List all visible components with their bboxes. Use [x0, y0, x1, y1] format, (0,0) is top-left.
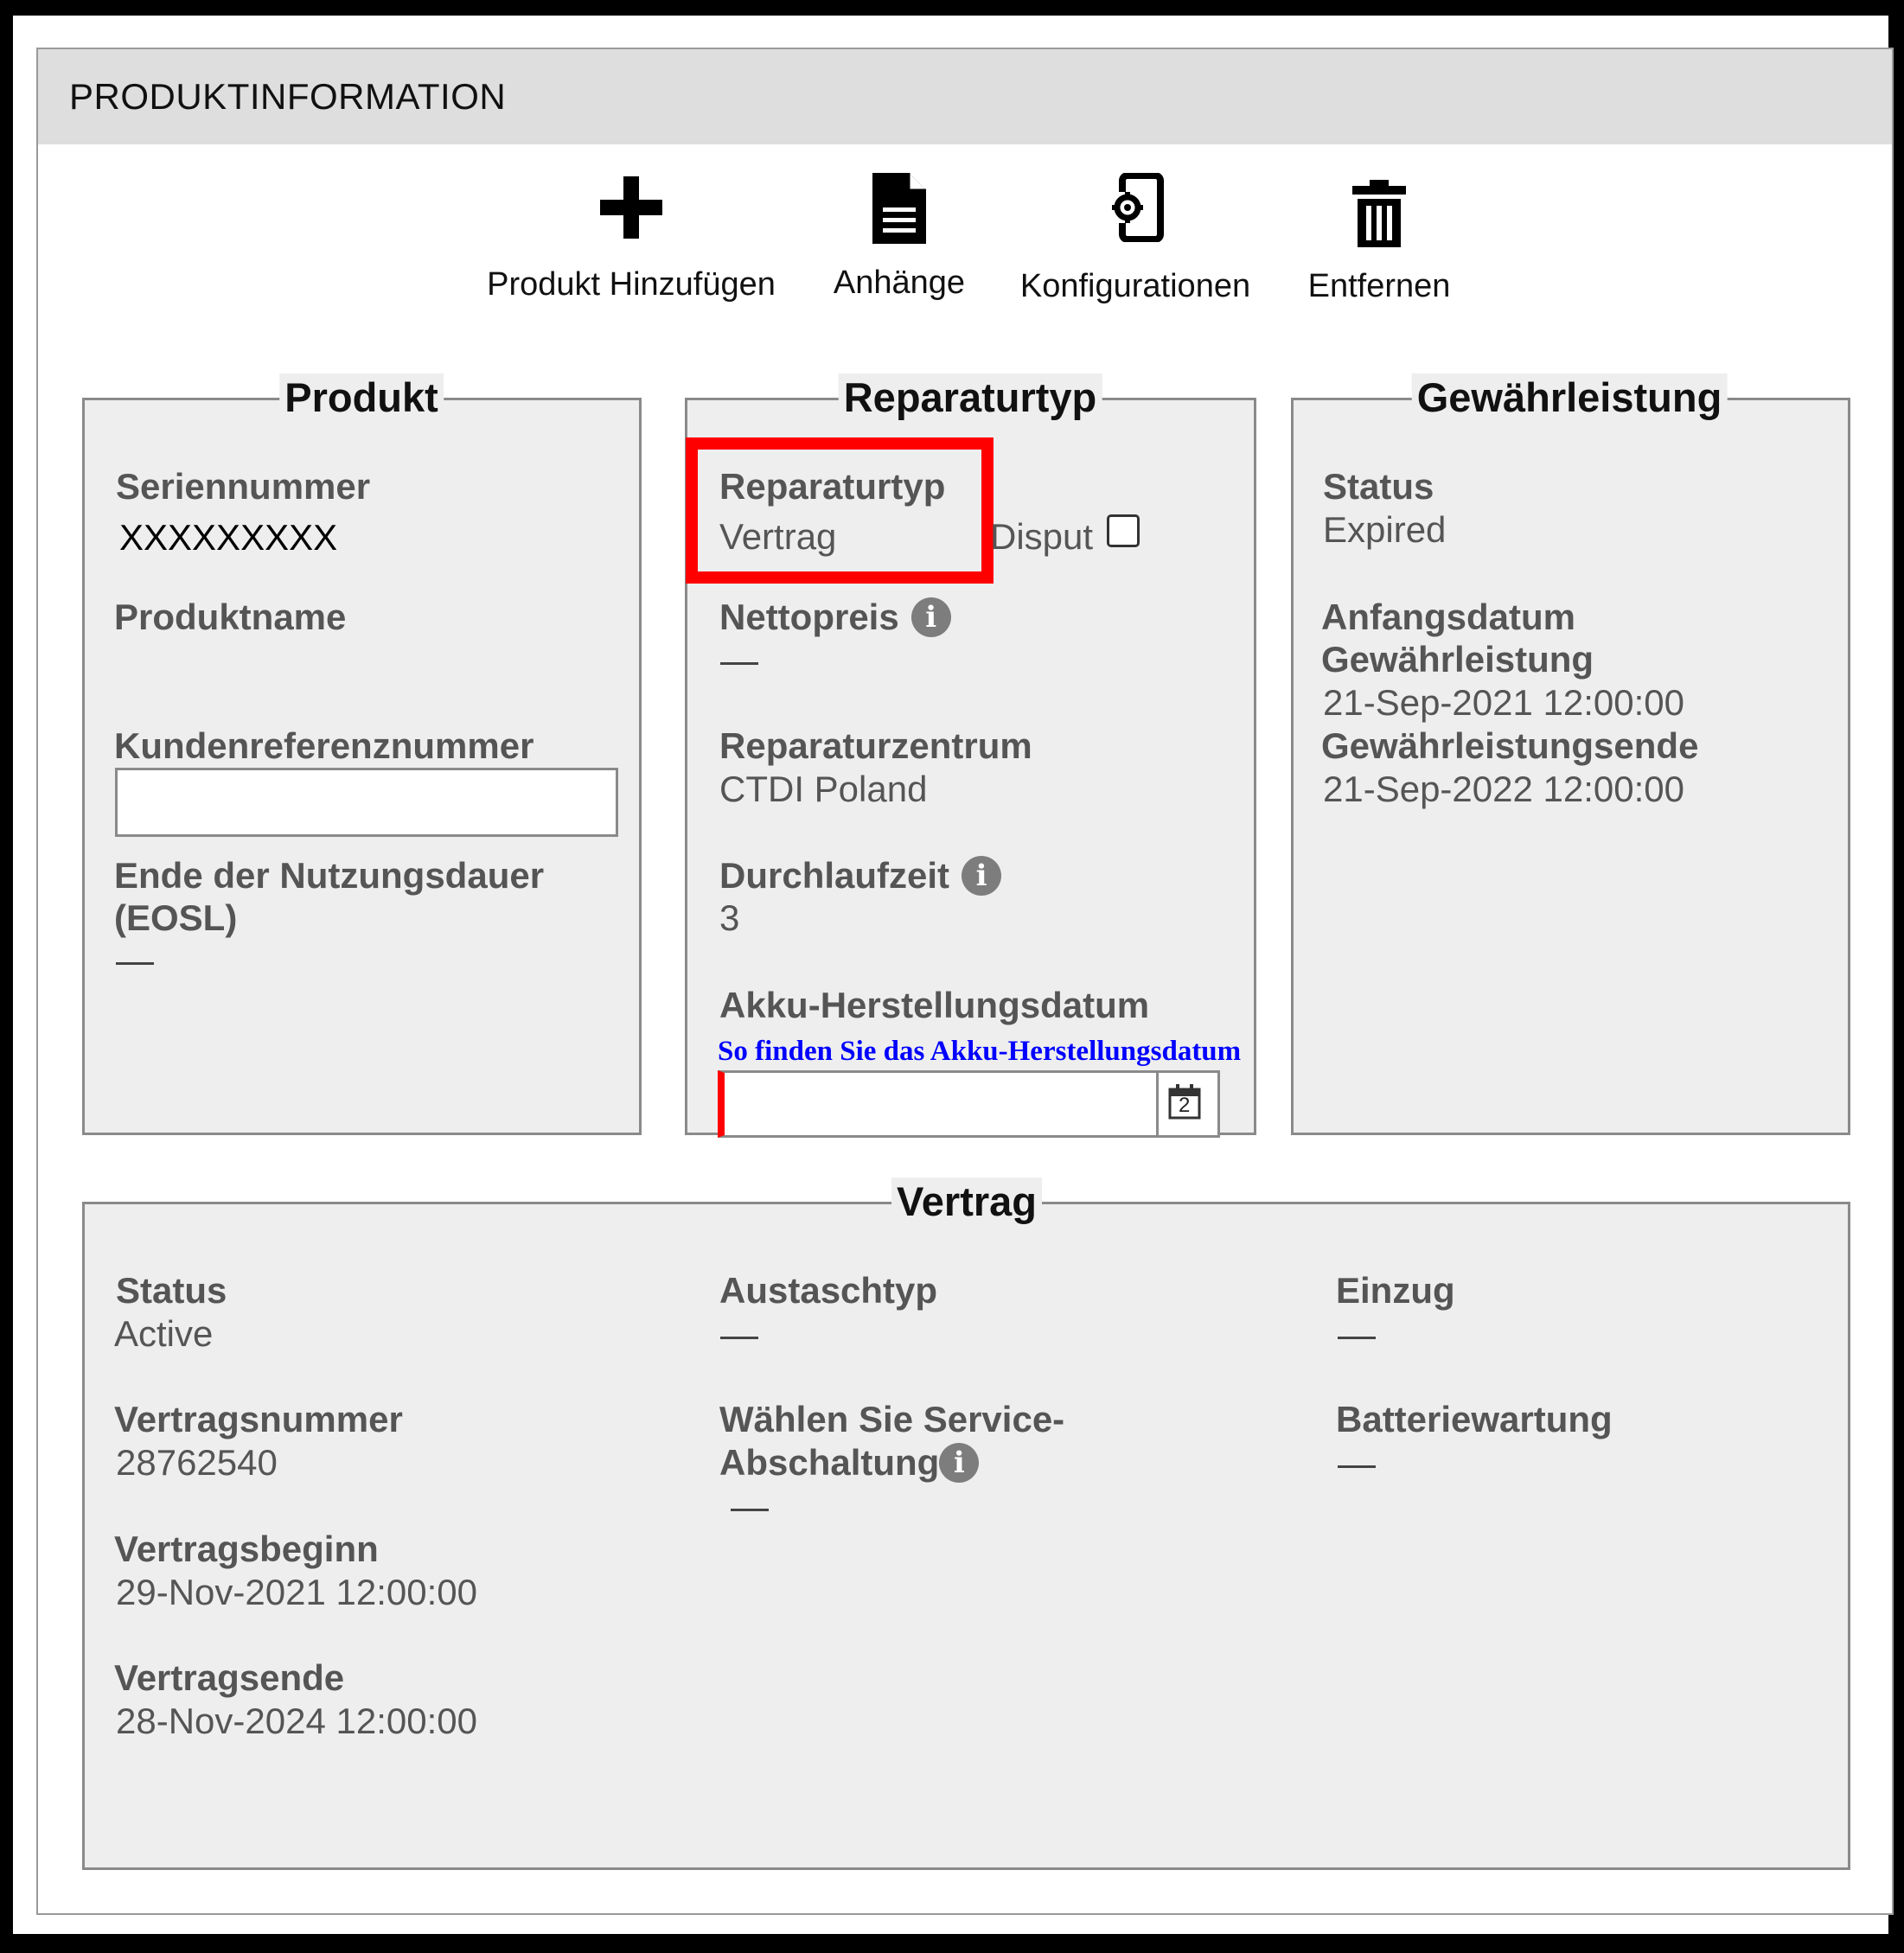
- customer-ref-label: Kundenreferenznummer: [114, 725, 534, 766]
- disput-checkbox[interactable]: [1107, 514, 1140, 547]
- net-price-value: [720, 662, 758, 665]
- lead-time-label-text: Durchlaufzeit: [719, 855, 950, 896]
- reparaturtyp-legend: Reparaturtyp: [838, 373, 1102, 421]
- info-icon[interactable]: i: [962, 856, 1002, 896]
- net-price-label-text: Nettopreis: [719, 597, 899, 637]
- eosl-value: [116, 962, 154, 965]
- serial-label: Seriennummer: [116, 466, 371, 507]
- repair-type-highlight: [686, 437, 994, 584]
- add-product-label: Produkt Hinzufügen: [487, 266, 776, 303]
- warranty-status-label: Status: [1323, 466, 1434, 507]
- contract-status-label: Status: [116, 1270, 227, 1311]
- info-icon[interactable]: i: [939, 1443, 980, 1483]
- calendar-day: 2: [1179, 1094, 1191, 1117]
- warranty-end-label: Gewährleistungsende: [1321, 725, 1699, 766]
- contract-number-label: Vertragsnummer: [114, 1399, 403, 1439]
- battery-date-help-link[interactable]: So finden Sie das Akku-Herstellungsdatum: [718, 1036, 1241, 1068]
- service-label-line2-text: Abschaltung: [719, 1442, 940, 1483]
- service-label-line1: Wählen Sie Service-: [719, 1399, 1065, 1439]
- contract-end-value: 28-Nov-2024 12:00:00: [116, 1701, 477, 1741]
- product-name-label: Produktname: [114, 597, 347, 637]
- battery-service-label: Batteriewartung: [1336, 1399, 1613, 1439]
- battery-service-value: [1338, 1465, 1376, 1468]
- serial-value: XXXXXXXXX: [119, 517, 338, 558]
- vertrag-legend: Vertrag: [891, 1178, 1042, 1225]
- lead-time-label: Durchlaufzeit i: [719, 854, 1002, 897]
- customer-ref-input[interactable]: [115, 768, 618, 837]
- repair-center-value: CTDI Poland: [719, 769, 928, 809]
- contract-number-value: 28762540: [116, 1442, 278, 1483]
- warranty-end-value: 21-Sep-2022 12:00:00: [1323, 769, 1685, 809]
- remove-button[interactable]: Entfernen: [1297, 178, 1461, 305]
- service-value: [731, 1509, 769, 1511]
- remove-label: Entfernen: [1307, 268, 1451, 304]
- info-icon[interactable]: i: [910, 597, 951, 637]
- exchange-type-label: Austaschtyp: [719, 1270, 938, 1311]
- attachments-button[interactable]: Anhänge: [821, 171, 977, 302]
- battery-date-label: Akku-Herstellungsdatum: [719, 985, 1150, 1025]
- plus-icon: [600, 176, 662, 239]
- contract-end-label: Vertragsende: [114, 1657, 345, 1698]
- date-input-separator: [1156, 1073, 1159, 1135]
- collection-label: Einzug: [1336, 1270, 1455, 1311]
- produkt-legend: Produkt: [279, 373, 444, 421]
- contract-start-label: Vertragsbeginn: [114, 1529, 379, 1569]
- configurations-label: Konfigurationen: [1019, 268, 1251, 304]
- phone-settings-icon: [1107, 173, 1164, 242]
- warranty-start-label-line2: Gewährleistung: [1321, 639, 1594, 680]
- lead-time-value: 3: [719, 897, 740, 938]
- battery-date-input[interactable]: [718, 1070, 1220, 1138]
- attachments-label: Anhänge: [833, 265, 966, 301]
- repair-center-label: Reparaturzentrum: [719, 725, 1032, 766]
- gewaehrleistung-legend: Gewährleistung: [1411, 373, 1728, 421]
- eosl-label-line2: (EOSL): [114, 897, 238, 938]
- eosl-label-line1: Ende der Nutzungsdauer: [114, 855, 545, 896]
- contract-start-value: 29-Nov-2021 12:00:00: [116, 1572, 477, 1612]
- disput-label: Disput: [990, 516, 1094, 557]
- document-icon: [872, 173, 926, 244]
- warranty-start-label-line1: Anfangsdatum: [1321, 597, 1575, 637]
- warranty-status-value: Expired: [1323, 509, 1447, 550]
- contract-status-value: Active: [114, 1313, 214, 1354]
- service-label-line2: Abschaltung i: [719, 1441, 980, 1484]
- warranty-start-value: 21-Sep-2021 12:00:00: [1323, 682, 1685, 723]
- net-price-label: Nettopreis i: [719, 596, 951, 639]
- panel-title: PRODUKTINFORMATION: [69, 76, 507, 117]
- add-product-button[interactable]: Produkt Hinzufügen: [480, 173, 783, 303]
- exchange-type-value: [720, 1337, 758, 1339]
- calendar-icon[interactable]: 2: [1167, 1083, 1202, 1120]
- configurations-button[interactable]: Konfigurationen: [1010, 173, 1261, 305]
- trash-icon: [1352, 180, 1406, 247]
- collection-value: [1338, 1337, 1376, 1339]
